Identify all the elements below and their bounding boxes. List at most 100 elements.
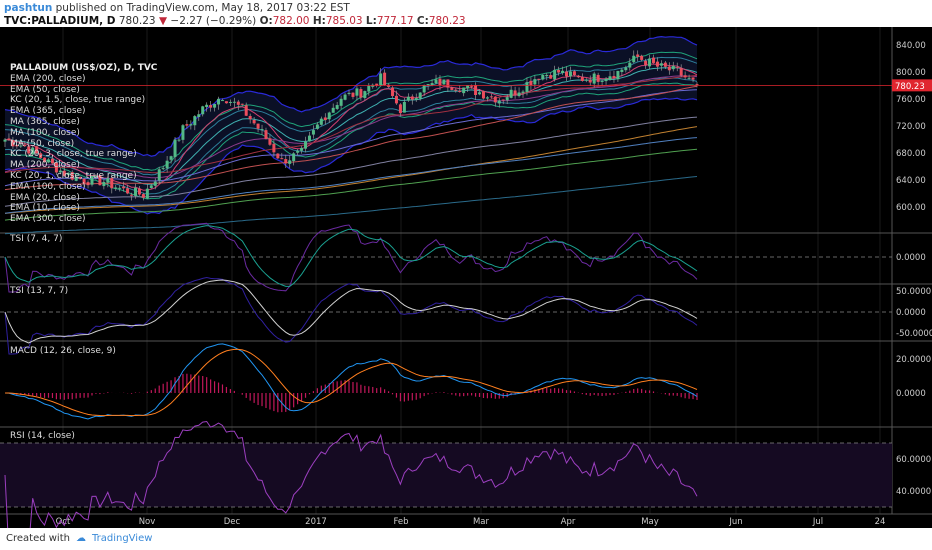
candle-body	[177, 139, 181, 141]
candle-body	[98, 175, 102, 186]
candle-body	[339, 98, 343, 106]
candle-body	[398, 104, 402, 114]
candle-body	[7, 138, 11, 141]
candle-body	[442, 79, 446, 85]
candle-body	[592, 73, 596, 84]
tsi2-line	[4, 276, 698, 355]
candle-body	[529, 80, 533, 86]
candle-body	[19, 145, 23, 147]
candle-body	[50, 158, 54, 164]
candle-body	[272, 143, 276, 153]
time-axis-label: Jul	[812, 517, 823, 527]
candle-body	[110, 178, 114, 189]
candle-body	[23, 144, 27, 147]
candle-body	[62, 170, 66, 177]
candle-body	[513, 90, 517, 95]
axis-label-price: 680.00	[896, 149, 926, 159]
candle-body	[478, 92, 482, 95]
candle-body	[58, 170, 62, 173]
candle-body	[74, 176, 78, 181]
candle-body	[474, 85, 478, 95]
chart-canvas[interactable]: 780.23 840.00 800.00 760.00 720.00 680.00 640.…	[0, 27, 932, 550]
candle	[481, 90, 485, 100]
candle-body	[82, 178, 86, 184]
candle-body	[584, 79, 588, 81]
candle-body	[481, 91, 485, 99]
time-axis-label: May	[641, 517, 659, 527]
candle-body	[426, 84, 430, 86]
candle-body	[137, 188, 141, 195]
candle-body	[236, 101, 240, 105]
time-axis-label: 24	[875, 517, 886, 527]
candle-body	[264, 130, 268, 139]
candle-body	[414, 98, 418, 100]
candle-body	[580, 77, 584, 81]
candle-body	[232, 101, 236, 103]
time-axis-label: Dec	[224, 517, 241, 527]
candle-body	[525, 82, 529, 92]
axis-label-price: 640.00	[896, 176, 926, 186]
axis-label-tsi2: -50.0000	[896, 329, 932, 339]
candle-body	[620, 69, 624, 73]
candle-body	[644, 60, 648, 66]
author-link[interactable]: pashtun	[4, 2, 52, 14]
candle-body	[505, 97, 509, 101]
axis-label-rsi: 40.0000	[896, 487, 931, 497]
rsi-band-fill	[0, 443, 892, 507]
candle-body	[240, 103, 244, 105]
candle-body	[228, 101, 232, 103]
candle-body	[335, 105, 339, 109]
candle-body	[458, 90, 462, 93]
candle-body	[655, 61, 659, 67]
time-axis-label: Apr	[561, 517, 576, 527]
candle	[31, 146, 35, 157]
candle-body	[557, 69, 561, 73]
time-axis-label: Feb	[393, 517, 408, 527]
candle-body	[632, 55, 636, 63]
time-axis-label: Nov	[139, 517, 156, 527]
candle-body	[70, 172, 74, 180]
candle	[74, 176, 78, 182]
chart-area[interactable]: 780.23 840.00 800.00 760.00 720.00 680.00 640.…	[0, 27, 932, 550]
candle-body	[687, 77, 691, 79]
candle-body	[422, 85, 426, 93]
candle-body	[659, 63, 663, 66]
candle-body	[367, 85, 371, 92]
candle-body	[31, 147, 35, 155]
candle-body	[450, 87, 454, 90]
candle-body	[15, 145, 19, 147]
pane-label-rsi: RSI (14, close)	[10, 431, 75, 441]
candle-body	[304, 141, 308, 149]
low-value: 777.17	[376, 15, 414, 27]
symbol: TVC:PALLADIUM, D	[4, 15, 116, 27]
tradingview-logo-icon: ☁	[75, 533, 86, 544]
last-price: 780.23	[118, 15, 156, 27]
candle-body	[296, 150, 300, 153]
candle	[276, 153, 280, 159]
axis-label-macd: 0.0000	[896, 389, 926, 399]
candle-body	[248, 115, 252, 120]
candle-body	[300, 147, 304, 151]
candle-body	[11, 140, 15, 147]
candle-body	[220, 100, 224, 102]
candle-body	[209, 105, 213, 108]
tradingview-link[interactable]: TradingView	[92, 533, 152, 544]
candle-body	[537, 78, 541, 80]
candle-body	[683, 75, 687, 78]
candle-body	[217, 98, 221, 105]
axis-label-tsi2: 50.0000	[896, 287, 931, 297]
candle-body	[46, 159, 50, 163]
candle-body	[133, 187, 137, 196]
candle-body	[604, 78, 608, 82]
candle-body	[648, 58, 652, 67]
candle-body	[640, 55, 644, 60]
candle-body	[608, 76, 612, 80]
candle-body	[355, 88, 359, 96]
candle	[35, 145, 39, 155]
candle-body	[327, 112, 331, 120]
candle-body	[446, 79, 450, 88]
candle-body	[39, 153, 43, 159]
candle-body	[102, 181, 106, 187]
axis-label-tsi2: 0.0000	[896, 308, 926, 318]
axis-label-price: 800.00	[896, 68, 926, 78]
